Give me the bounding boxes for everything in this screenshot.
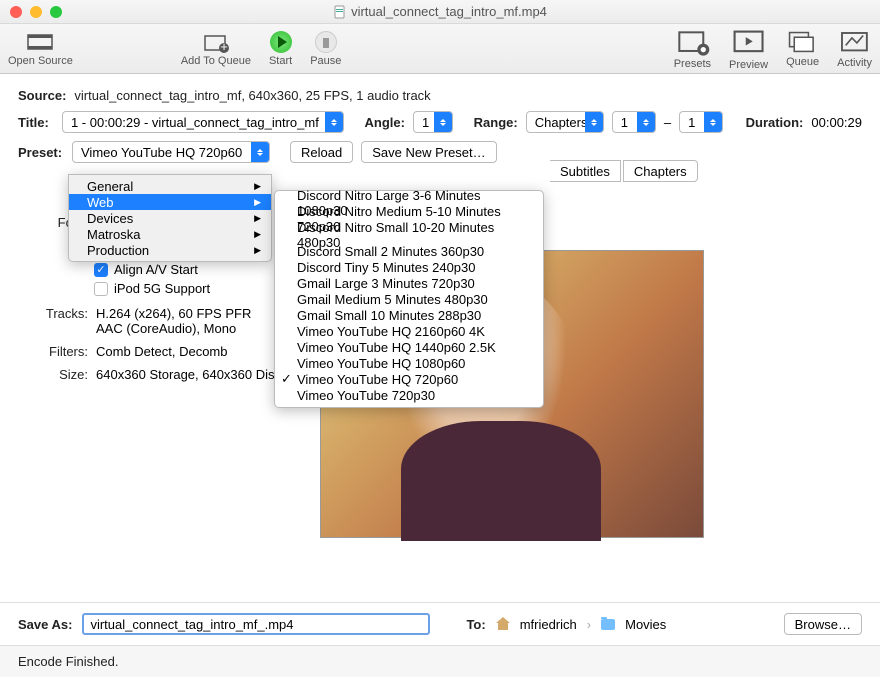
preset-submenu-item[interactable]: Gmail Small 10 Minutes 288p30 (275, 307, 543, 323)
preset-submenu-item[interactable]: Vimeo YouTube 720p30 (275, 387, 543, 403)
start-button[interactable]: Start (269, 31, 292, 67)
preset-menu-item[interactable]: General (69, 178, 271, 194)
chevron-updown-icon (585, 112, 603, 132)
pause-icon (315, 31, 337, 53)
to-label: To: (466, 617, 485, 632)
open-source-button[interactable]: Open Source (8, 31, 73, 67)
filters-label: Filters: (38, 344, 88, 359)
document-icon (333, 5, 347, 19)
svg-text:+: + (220, 39, 228, 53)
preset-submenu-item[interactable]: Discord Tiny 5 Minutes 240p30 (275, 259, 543, 275)
play-icon (270, 31, 292, 53)
preset-submenu-item[interactable]: Discord Small 2 Minutes 360p30 (275, 243, 543, 259)
add-to-queue-button[interactable]: + Add To Queue (181, 31, 251, 67)
tracks-label: Tracks: (38, 306, 88, 321)
close-icon[interactable] (10, 6, 22, 18)
preset-submenu-item[interactable]: Vimeo YouTube HQ 1440p60 2.5K (275, 339, 543, 355)
angle-select[interactable]: 1 (413, 111, 453, 133)
reload-button[interactable]: Reload (290, 141, 353, 163)
window-title: virtual_connect_tag_intro_mf.mp4 (351, 4, 547, 19)
duration-label: Duration: (746, 115, 804, 130)
range-from-select[interactable]: 1 (612, 111, 656, 133)
preview-button[interactable]: Preview (729, 26, 768, 71)
chevron-updown-icon (325, 112, 343, 132)
pause-button[interactable]: Pause (310, 31, 341, 67)
preset-submenu-item[interactable]: Discord Nitro Small 10-20 Minutes 480p30 (275, 227, 543, 243)
preset-label: Preset: (18, 145, 64, 160)
tab-subtitles[interactable]: Subtitles (550, 160, 621, 182)
range-to-select[interactable]: 1 (679, 111, 723, 133)
range-mode-select[interactable]: Chapters (526, 111, 604, 133)
preset-submenu-item[interactable]: Vimeo YouTube HQ 2160p60 4K (275, 323, 543, 339)
preset-select[interactable]: Vimeo YouTube HQ 720p60 (72, 141, 270, 163)
source-value: virtual_connect_tag_intro_mf, 640x360, 2… (74, 88, 430, 103)
titlebar: virtual_connect_tag_intro_mf.mp4 (0, 0, 880, 24)
ipod-checkbox[interactable] (94, 282, 108, 296)
title-select[interactable]: 1 - 00:00:29 - virtual_connect_tag_intro… (62, 111, 344, 133)
preset-submenu-item[interactable]: Gmail Medium 5 Minutes 480p30 (275, 291, 543, 307)
save-new-preset-button[interactable]: Save New Preset… (361, 141, 496, 163)
duration-value: 00:00:29 (811, 115, 862, 130)
preset-submenu-item[interactable]: Vimeo YouTube HQ 1080p60 (275, 355, 543, 371)
browse-button[interactable]: Browse… (784, 613, 862, 635)
chevron-right-icon: › (587, 617, 591, 632)
angle-label: Angle: (365, 115, 405, 130)
preset-submenu-item[interactable]: Vimeo YouTube HQ 720p60 (275, 371, 543, 387)
align-av-checkbox[interactable] (94, 263, 108, 277)
activity-button[interactable]: Activity (837, 28, 872, 69)
filters-value: Comb Detect, Decomb (96, 344, 228, 359)
preset-category-menu: GeneralWebDevicesMatroskaProduction (68, 174, 272, 262)
range-label: Range: (474, 115, 518, 130)
queue-button[interactable]: Queue (786, 29, 819, 69)
toolbar: Open Source + Add To Queue Start Pause P… (0, 24, 880, 74)
preset-menu-item[interactable]: Devices (69, 210, 271, 226)
chevron-updown-icon (251, 142, 269, 162)
presets-button[interactable]: Presets (674, 27, 711, 70)
preset-menu-item[interactable]: Production (69, 242, 271, 258)
source-label: Source: (18, 88, 66, 103)
preset-submenu-item[interactable]: Gmail Large 3 Minutes 720p30 (275, 275, 543, 291)
size-label: Size: (38, 367, 88, 382)
tracks-audio: AAC (CoreAudio), Mono (96, 321, 251, 336)
preset-menu-item[interactable]: Web (69, 194, 271, 210)
window-controls (0, 6, 62, 18)
dest-user: mfriedrich (520, 617, 577, 632)
status-bar: Encode Finished. (0, 645, 880, 677)
preset-web-submenu: Discord Nitro Large 3-6 Minutes 1080p30D… (274, 190, 544, 408)
range-dash: – (664, 115, 671, 130)
tracks-video: H.264 (x264), 60 FPS PFR (96, 306, 251, 321)
minimize-icon[interactable] (30, 6, 42, 18)
save-as-label: Save As: (18, 617, 72, 632)
tab-chapters[interactable]: Chapters (623, 160, 698, 182)
ipod-label: iPod 5G Support (114, 281, 210, 296)
dest-folder: Movies (625, 617, 666, 632)
save-as-input[interactable] (82, 613, 430, 635)
size-value: 640x360 Storage, 640x360 Display (96, 367, 298, 382)
chevron-updown-icon (704, 112, 722, 132)
folder-icon (601, 619, 615, 630)
align-av-label: Align A/V Start (114, 262, 198, 277)
chevron-updown-icon (434, 112, 452, 132)
save-bar: Save As: To: mfriedrich › Movies Browse… (0, 602, 880, 645)
preset-menu-item[interactable]: Matroska (69, 226, 271, 242)
zoom-icon[interactable] (50, 6, 62, 18)
home-icon (496, 618, 510, 630)
status-text: Encode Finished. (18, 654, 118, 669)
title-label: Title: (18, 115, 54, 130)
chevron-updown-icon (637, 112, 655, 132)
